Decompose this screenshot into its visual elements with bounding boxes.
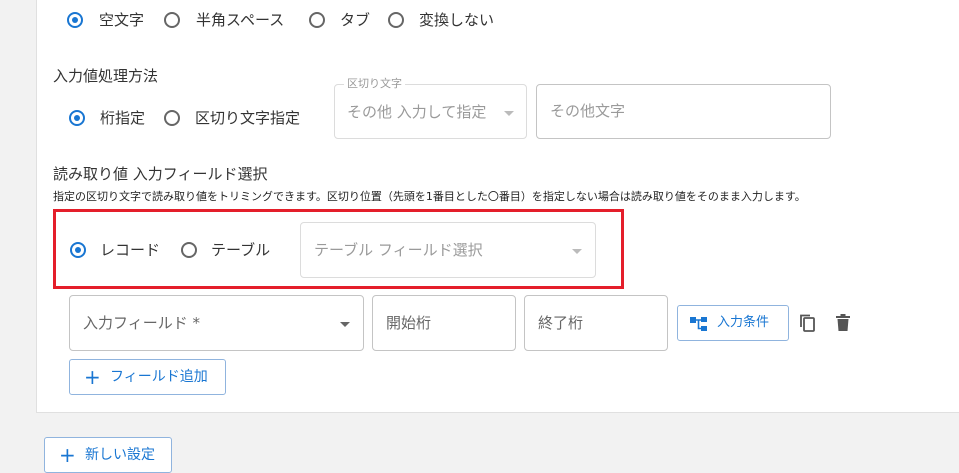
- input-processing-title: 入力値処理方法: [53, 67, 159, 85]
- start-digit-placeholder: 開始桁: [386, 314, 432, 332]
- new-setting-label: 新しい設定: [85, 447, 155, 463]
- delimiter-select-legend: 区切り文字: [344, 78, 405, 90]
- radio-no-convert[interactable]: [388, 12, 404, 28]
- add-field-label: フィールド追加: [110, 369, 208, 385]
- radio-tab[interactable]: [309, 12, 325, 28]
- chevron-down-icon: [572, 249, 582, 254]
- chevron-down-icon: [340, 322, 350, 327]
- radio-label-delimiter-spec: 区切り文字指定: [195, 109, 301, 127]
- plus-icon: +: [84, 365, 101, 389]
- delimiter-select-placeholder: その他 入力して指定: [347, 103, 487, 121]
- new-setting-button[interactable]: + 新しい設定: [44, 437, 172, 473]
- radio-label-no-convert: 変換しない: [419, 11, 495, 29]
- radio-digit-spec[interactable]: [69, 110, 85, 126]
- radio-delimiter-spec[interactable]: [164, 110, 180, 126]
- input-field-select[interactable]: 入力フィールド *: [69, 295, 364, 351]
- radio-label-empty-string: 空文字: [99, 11, 145, 29]
- radio-empty-string[interactable]: [67, 12, 83, 28]
- radio-record[interactable]: [70, 242, 86, 258]
- input-condition-label: 入力条件: [717, 315, 770, 330]
- copy-icon[interactable]: [798, 313, 818, 333]
- read-value-title: 読み取り値 入力フィールド選択: [53, 165, 268, 183]
- end-digit-field[interactable]: 終了桁: [524, 295, 668, 351]
- radio-table[interactable]: [181, 242, 197, 258]
- settings-panel: [36, 0, 959, 413]
- other-char-placeholder: その他文字: [550, 102, 626, 120]
- radio-half-space[interactable]: [164, 12, 180, 28]
- radio-label-digit-spec: 桁指定: [100, 109, 146, 127]
- start-digit-field[interactable]: 開始桁: [372, 295, 516, 351]
- delimiter-select[interactable]: 区切り文字 その他 入力して指定: [334, 78, 527, 139]
- read-value-help: 指定の区切り文字で読み取り値をトリミングできます。区切り位置（先頭を1番目とした…: [53, 190, 806, 203]
- hierarchy-icon: [690, 317, 707, 331]
- table-field-select[interactable]: テーブル フィールド選択: [300, 222, 596, 278]
- input-condition-button[interactable]: 入力条件: [677, 305, 789, 341]
- other-char-field[interactable]: その他文字: [536, 84, 831, 139]
- radio-label-record: レコード: [100, 241, 161, 259]
- radio-label-half-space: 半角スペース: [196, 11, 285, 29]
- input-field-placeholder: 入力フィールド *: [83, 314, 200, 332]
- chevron-down-icon: [504, 111, 514, 116]
- trash-icon[interactable]: [834, 313, 852, 333]
- plus-icon: +: [59, 443, 76, 467]
- radio-label-table: テーブル: [211, 241, 271, 259]
- table-field-select-placeholder: テーブル フィールド選択: [314, 241, 483, 259]
- end-digit-placeholder: 終了桁: [538, 314, 584, 332]
- add-field-button[interactable]: + フィールド追加: [69, 359, 226, 395]
- radio-label-tab: タブ: [340, 11, 371, 29]
